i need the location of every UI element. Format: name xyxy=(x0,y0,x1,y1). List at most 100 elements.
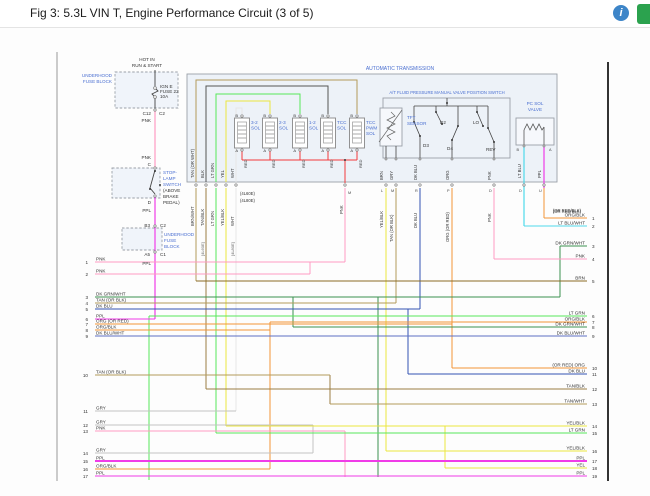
diagram-text: LO xyxy=(473,120,480,125)
diagram-text: 18 xyxy=(592,466,598,471)
connector-circle xyxy=(356,115,358,117)
diagram-text: SOL xyxy=(309,126,319,131)
diagram-text: TAN (OR BLK) xyxy=(96,370,127,375)
diagram-text: PNK xyxy=(142,118,152,123)
diagram-text: GRY xyxy=(389,171,394,180)
diagram-text: D xyxy=(489,189,492,193)
diagram-text: DK BLU/WHT xyxy=(557,331,586,336)
diagram-text: 15 xyxy=(592,431,598,436)
diagram-text: WHT xyxy=(230,168,235,178)
junction-dot xyxy=(149,188,151,190)
diagram-text: 13 xyxy=(592,402,598,407)
connector-circle xyxy=(235,184,237,186)
diagram-text: ORG/BLK xyxy=(96,325,117,330)
diagram-text: PPL xyxy=(576,456,585,461)
diagram-text: LT GRN xyxy=(210,163,215,178)
diagram-text: A xyxy=(350,148,353,153)
diagram-text: LT GRN xyxy=(569,428,585,433)
diagram-text: ORG (OR RED) xyxy=(445,212,450,242)
diagram-text: PNK xyxy=(96,257,106,262)
diagram-text: GRY xyxy=(96,406,106,411)
diagram-text: RED xyxy=(301,159,306,168)
diagram-text: AUTOMATIC TRANSMISSION xyxy=(366,66,435,72)
connector-circle xyxy=(154,251,156,253)
connector-circle xyxy=(154,96,157,99)
diagram-text: 12 xyxy=(83,423,89,428)
info-icon[interactable]: i xyxy=(613,5,629,21)
diagram-text: PNK xyxy=(339,205,344,214)
diagram-text: U xyxy=(539,189,542,193)
diagram-text: 10 xyxy=(592,366,598,371)
diagram-text: ORG xyxy=(445,170,450,180)
diagram-text: 1 xyxy=(592,216,595,221)
connector-circle xyxy=(523,184,525,186)
diagram-text: RED xyxy=(329,159,334,168)
diagram-text: 15 xyxy=(83,459,89,464)
diagram-text: B xyxy=(350,113,353,118)
diagram-text: M xyxy=(348,191,351,195)
diagram-text: DK BLU xyxy=(96,304,113,309)
connector-circle xyxy=(154,195,156,197)
action-button[interactable] xyxy=(637,4,650,24)
diagram-text: PNK xyxy=(487,213,492,222)
diagram-text: UNDERHOOD xyxy=(164,232,195,237)
diagram-text: PNK xyxy=(96,426,106,431)
diagram-text: PWM xyxy=(366,126,377,131)
diagram-text: FUSE BLOCK xyxy=(83,79,113,84)
diagram-text: 4 xyxy=(85,301,88,306)
diagram-text: PPL xyxy=(142,208,151,213)
diagram-text: D2 xyxy=(440,120,446,125)
diagram-text: GRY xyxy=(96,420,106,425)
diagram-text: YEL/BLK xyxy=(379,211,384,228)
diagram-text: L xyxy=(381,189,383,193)
diagram-text: SOL xyxy=(279,126,289,131)
diagram-text: YEL/BLK xyxy=(566,421,586,426)
diagram-text: 5 xyxy=(592,279,595,284)
diagram-text: REV xyxy=(486,147,496,152)
diagram-text: LT BLU/WHT xyxy=(558,221,585,226)
solenoid-coil xyxy=(238,122,247,143)
junction-dot xyxy=(451,139,453,141)
diagram-text: 11 xyxy=(592,372,597,377)
diagram-text: DK BLU xyxy=(413,165,418,180)
diagram-text: A xyxy=(321,148,324,153)
diagram-text: FUSE xyxy=(164,238,176,243)
diagram-text: BRN/WHT xyxy=(190,206,195,226)
diagram-text: C12 xyxy=(143,111,152,116)
figure-title: Fig 3: 5.3L VIN T, Engine Performance Ci… xyxy=(30,0,313,27)
diagram-text: DK BLU xyxy=(413,213,418,228)
connector-circle xyxy=(419,184,421,186)
junction-dot xyxy=(159,184,161,186)
diagram-text: 2 xyxy=(85,272,88,277)
diagram-text: 5 xyxy=(85,307,88,312)
connector-circle xyxy=(385,158,387,160)
junction-dot xyxy=(446,102,448,104)
diagram-text: 13 xyxy=(83,429,89,434)
connector-circle xyxy=(299,115,301,117)
connector-circle xyxy=(543,184,545,186)
connector-circle xyxy=(225,184,227,186)
diagram-text: SOL xyxy=(337,126,347,131)
diagram-text: P xyxy=(447,189,450,193)
connector-circle xyxy=(205,184,207,186)
diagram-text: C2 xyxy=(159,111,165,116)
diagram-text: WHT xyxy=(230,216,235,226)
diagram-text: RED xyxy=(358,159,363,168)
diagram-text: YEL xyxy=(220,169,225,178)
diagram-text: B xyxy=(293,113,296,118)
diagram-text: A xyxy=(293,148,296,153)
diagram-text: ORG/BLK xyxy=(96,464,117,469)
diagram-text: PPL xyxy=(576,471,585,476)
diagram-text: 1 xyxy=(85,260,88,265)
diagram-text: PPL xyxy=(96,471,105,476)
connector-circle xyxy=(523,145,525,147)
diagram-text: PPL xyxy=(142,261,151,266)
diagram-text: BRN xyxy=(575,276,585,281)
diagram-text: M xyxy=(391,189,394,193)
diagram-text: D3 xyxy=(423,143,429,148)
diagram-text: 7 xyxy=(85,322,88,327)
diagram-text: PC SOL xyxy=(527,101,544,106)
diagram-text: (OR RED) ORG xyxy=(552,363,585,368)
diagram-text: C2 xyxy=(160,223,166,228)
diagram-text: 10 xyxy=(83,373,89,378)
